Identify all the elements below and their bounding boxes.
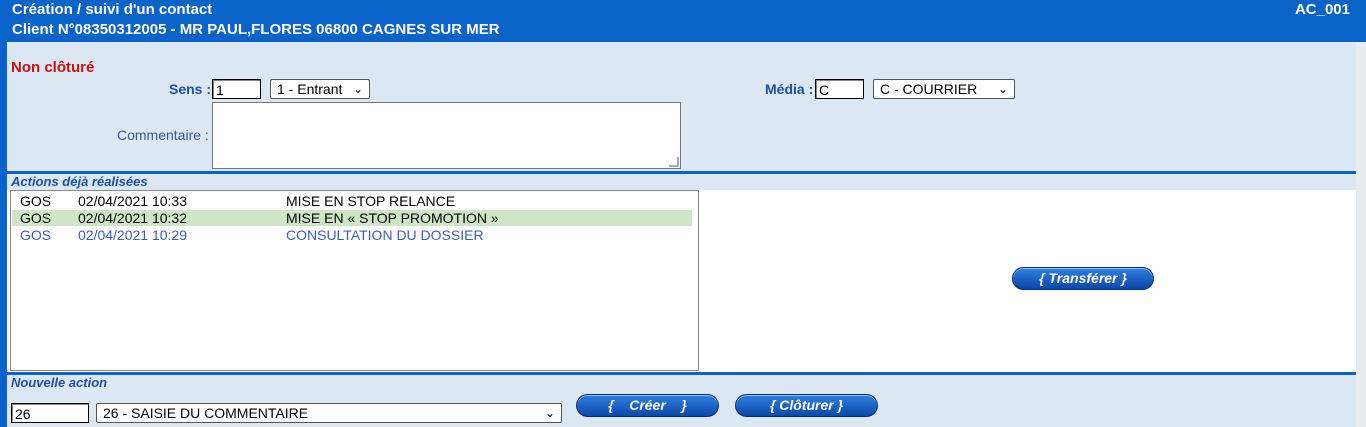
screen-code: AC_001 (1294, 1, 1350, 18)
action-select[interactable]: 26 - SAISIE DU COMMENTAIRE ⌄ (96, 403, 562, 423)
actions-section-title: Actions déjà réalisées (11, 174, 148, 189)
scrollbar-track[interactable] (1356, 42, 1366, 427)
sens-select-value: 1 - Entrant (277, 81, 343, 97)
chevron-down-icon: ⌄ (997, 82, 1008, 96)
status-label: Non clôturé (11, 59, 95, 76)
action-label: MISE EN « STOP PROMOTION » (286, 210, 499, 226)
chevron-down-icon: ⌄ (352, 82, 363, 96)
action-user: GOS (20, 193, 52, 209)
close-contact-button[interactable]: { Clôturer } (735, 394, 878, 417)
media-select[interactable]: C - COURRIER ⌄ (873, 79, 1015, 99)
actions-header-bar (7, 174, 1356, 190)
comment-textarea[interactable] (212, 102, 681, 169)
comment-label: Commentaire : (117, 127, 209, 143)
list-item[interactable]: GOS 02/04/2021 10:29 CONSULTATION DU DOS… (12, 227, 692, 243)
action-datetime: 02/04/2021 10:32 (78, 210, 187, 226)
sens-code-input[interactable]: 1 (212, 79, 261, 99)
media-code-input[interactable]: C (815, 79, 864, 99)
list-item[interactable]: GOS 02/04/2021 10:33 MISE EN STOP RELANC… (12, 193, 692, 209)
action-user: GOS (20, 227, 52, 243)
left-frame-border (0, 42, 7, 427)
client-line: Client N°08350312005 - MR PAUL,FLORES 06… (12, 21, 500, 38)
action-label: CONSULTATION DU DOSSIER (286, 227, 484, 243)
action-datetime: 02/04/2021 10:29 (78, 227, 187, 243)
list-item-selected[interactable]: GOS 02/04/2021 10:32 MISE EN « STOP PROM… (12, 210, 692, 226)
action-select-value: 26 - SAISIE DU COMMENTAIRE (103, 405, 309, 421)
action-user: GOS (20, 210, 52, 226)
create-button[interactable]: { Créer } (576, 394, 719, 417)
media-label: Média : (765, 81, 814, 97)
action-label: MISE EN STOP RELANCE (286, 193, 456, 209)
sens-label: Sens : (169, 81, 212, 97)
transfer-button[interactable]: { Transférer } (1012, 267, 1154, 290)
new-action-section-title: Nouvelle action (11, 375, 108, 390)
actions-list[interactable]: GOS 02/04/2021 10:33 MISE EN STOP RELANC… (10, 190, 699, 371)
contact-form-panel (0, 42, 1366, 172)
page-title: Création / suivi d'un contact (12, 1, 213, 18)
action-datetime: 02/04/2021 10:33 (78, 193, 187, 209)
resize-grip-icon[interactable] (669, 157, 679, 167)
sens-select[interactable]: 1 - Entrant ⌄ (270, 79, 370, 99)
chevron-down-icon: ⌄ (544, 406, 555, 420)
media-select-value: C - COURRIER (880, 81, 978, 97)
action-code-input[interactable]: 26 (11, 403, 89, 423)
window-header: Création / suivi d'un contact Client N°0… (0, 0, 1366, 42)
